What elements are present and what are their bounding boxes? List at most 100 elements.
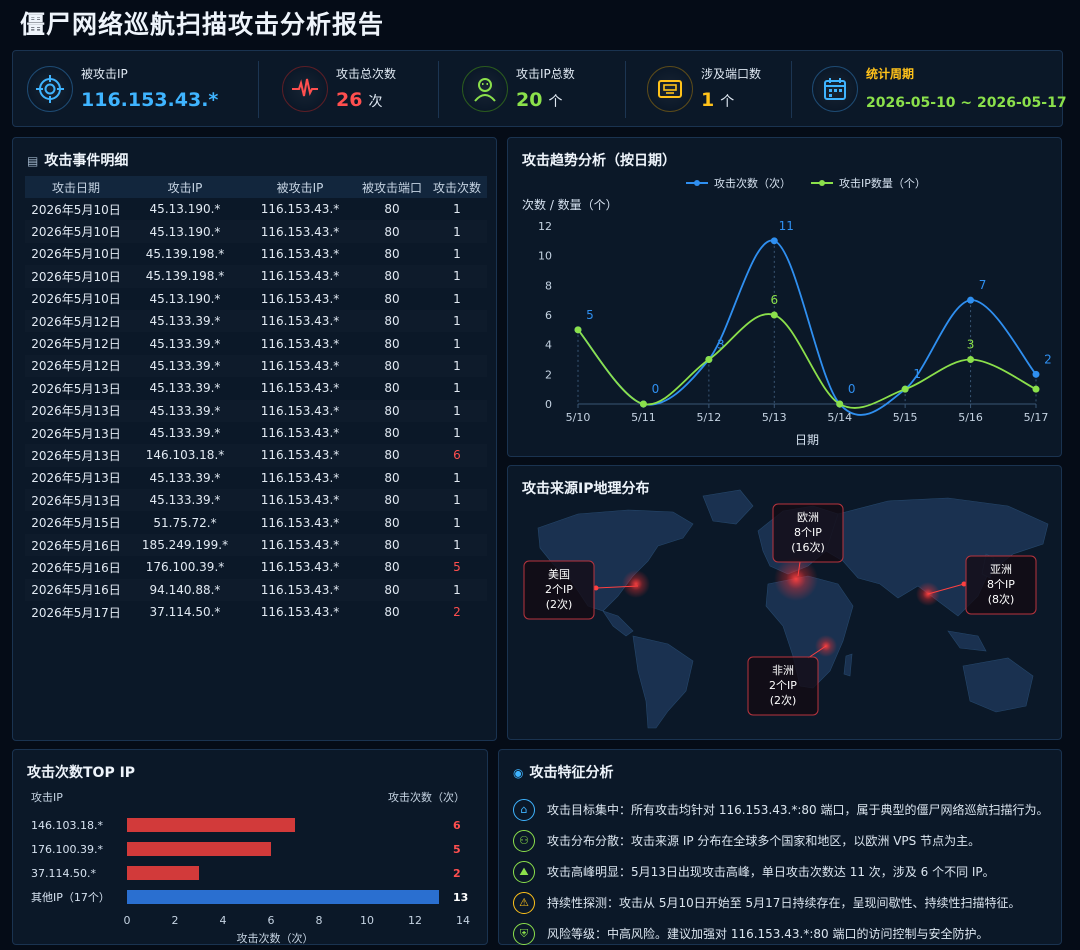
kpi-attacked-ip: 被攻击IP 116.153.43.* <box>13 51 258 128</box>
bar <box>127 842 271 856</box>
table-row: 2026年5月16日 185.249.199.* 116.153.43.* 80 1 <box>25 534 487 556</box>
table-cell: 5 <box>453 560 461 575</box>
heartbeat-icon <box>282 66 328 112</box>
map-panel: 攻击来源IP地理分布 美国 2个IP (2次) 欧洲 8个IP (16次) 亚洲… <box>507 465 1062 740</box>
table-row: 2026年5月13日 45.133.39.* 116.153.43.* 80 1 <box>25 467 487 489</box>
region-ips: 8个IP <box>794 526 822 539</box>
data-point <box>901 385 909 393</box>
data-point <box>967 356 975 363</box>
kpi-divider <box>625 61 626 118</box>
top-ip-chart: 攻击IP 攻击次数（次） 146.103.18.* 6 176.100.39.* 5 3… <box>31 790 470 945</box>
region-name: 美国 <box>548 568 570 581</box>
table-cell: 1 <box>453 202 461 217</box>
greenland-shape <box>702 489 754 525</box>
table-cell: 116.153.43.* <box>260 403 340 418</box>
table-cell: 80 <box>384 246 400 261</box>
calendar-icon <box>812 66 858 112</box>
table-cell: 1 <box>453 515 461 530</box>
x-tick-label: 5/16 <box>958 411 983 424</box>
x-tick-label: 5/15 <box>893 411 918 424</box>
table-cell: 80 <box>384 448 400 463</box>
table-cell: 1 <box>453 224 461 239</box>
table-cell: 80 <box>384 515 400 530</box>
table-cell: 2026年5月12日 <box>31 337 121 352</box>
south-america-shape <box>632 635 694 729</box>
data-label: 11 <box>779 219 794 233</box>
table-cell: 2026年5月10日 <box>31 225 121 240</box>
y-axis-label: 次数 / 数量（个） <box>522 197 618 212</box>
x-tick-label: 4 <box>220 914 227 927</box>
table-cell: 2026年5月10日 <box>31 247 121 262</box>
data-label: 2 <box>1044 352 1052 366</box>
table-cell: 45.133.39.* <box>149 314 221 329</box>
bar-value-label: 5 <box>453 843 461 856</box>
table-cell: 80 <box>384 336 400 351</box>
callout-asia: 亚洲 8个IP (8次) <box>965 555 1037 615</box>
y-tick-label: 12 <box>538 220 552 233</box>
table-row: 2026年5月16日 94.140.88.* 116.153.43.* 80 1 <box>25 579 487 601</box>
features-list: ⌂ 攻击目标集中：所有攻击均针对 116.153.43.*:80 端口，属于典型的… <box>513 794 1048 949</box>
table-cell: 1 <box>453 426 461 441</box>
callout-usa: 美国 2个IP (2次) <box>523 560 595 620</box>
world-map: 美国 2个IP (2次) 欧洲 8个IP (16次) 亚洲 8个IP (8次) … <box>523 489 1049 729</box>
table-cell: 116.153.43.* <box>260 358 340 373</box>
bar-category-label: 176.100.39.* <box>31 843 103 856</box>
table-cell: 1 <box>453 381 461 396</box>
x-tick-label: 2 <box>172 914 179 927</box>
table-cell: 116.153.43.* <box>260 448 340 463</box>
kpi-total-attacks: 攻击总次数 26 次 <box>268 51 438 128</box>
target-building-icon: ⌂ <box>513 798 535 821</box>
table-row: 2026年5月12日 45.133.39.* 116.153.43.* 80 1 <box>25 355 487 377</box>
kpi-divider <box>791 61 792 118</box>
feature-item: ⚇ 攻击分布分散：攻击来源 IP 分布在全球多个国家和地区，以欧洲 VPS 节点为… <box>513 825 1048 856</box>
kpi-label: 涉及端口数 <box>701 67 762 81</box>
table-row: 2026年5月13日 45.133.39.* 116.153.43.* 80 1 <box>25 400 487 422</box>
table-cell: 1 <box>453 358 461 373</box>
table-cell: 116.153.43.* <box>260 224 340 239</box>
table-cell: 116.153.43.* <box>260 582 340 597</box>
region-ips: 2个IP <box>769 679 797 692</box>
table-row: 2026年5月13日 45.133.39.* 116.153.43.* 80 1 <box>25 489 487 511</box>
table-cell: 1 <box>453 403 461 418</box>
trend-panel: 攻击趋势分析（按日期） 攻击次数（次） 攻击IP数量（个） 次数 / 数量（个） 0 2… <box>507 137 1062 457</box>
x-axis-label: 日期 <box>795 433 819 447</box>
table-cell: 116.153.43.* <box>260 202 340 217</box>
central-america-shape <box>602 610 634 637</box>
bar-category-label: 37.114.50.* <box>31 867 96 880</box>
table-cell: 2026年5月13日 <box>31 471 121 486</box>
legend-label: 攻击次数（次） <box>714 176 791 190</box>
table-cell: 146.103.18.* <box>145 448 225 463</box>
region-count: (16次) <box>791 540 825 554</box>
table-cell: 116.153.43.* <box>260 605 340 620</box>
table-cell: 1 <box>453 336 461 351</box>
table-cell: 51.75.72.* <box>153 515 217 530</box>
port-icon <box>647 66 693 112</box>
table-cell: 80 <box>384 291 400 306</box>
hotspot-usa <box>622 570 650 598</box>
table-row: 2026年5月13日 45.133.39.* 116.153.43.* 80 1 <box>25 422 487 444</box>
feature-text: 攻击目标集中：所有攻击均针对 116.153.43.*:80 端口，属于典型的僵… <box>547 803 1049 817</box>
table-cell: 1 <box>453 314 461 329</box>
region-name: 非洲 <box>772 664 794 677</box>
series-line-1 <box>577 313 1037 409</box>
table-cell: 116.153.43.* <box>260 381 340 396</box>
column-label-ip: 攻击IP <box>31 790 63 804</box>
column-label-count: 攻击次数（次） <box>388 790 465 804</box>
table-row: 2026年5月16日 176.100.39.* 116.153.43.* 80 5 <box>25 556 487 578</box>
table-cell: 116.153.43.* <box>260 269 340 284</box>
data-label: 3 <box>967 338 975 352</box>
kpi-label: 统计周期 <box>866 67 915 81</box>
top-ip-panel: 攻击次数TOP IP 攻击IP 攻击次数（次） 146.103.18.* 6 176… <box>12 749 488 945</box>
bar <box>127 890 439 904</box>
table-header-row: 攻击日期 攻击IP 被攻击IP 被攻击端口 攻击次数 <box>25 176 487 198</box>
table-cell: 45.133.39.* <box>149 493 221 508</box>
data-point <box>639 400 647 408</box>
column-header: 攻击IP <box>127 176 243 198</box>
data-label: 0 <box>848 382 856 396</box>
y-tick-label: 6 <box>545 309 552 322</box>
table-cell: 116.153.43.* <box>260 314 340 329</box>
table-cell: 1 <box>453 246 461 261</box>
target-icon <box>27 66 73 112</box>
table-row: 2026年5月12日 45.133.39.* 116.153.43.* 80 1 <box>25 310 487 332</box>
y-tick-label: 8 <box>545 279 552 292</box>
